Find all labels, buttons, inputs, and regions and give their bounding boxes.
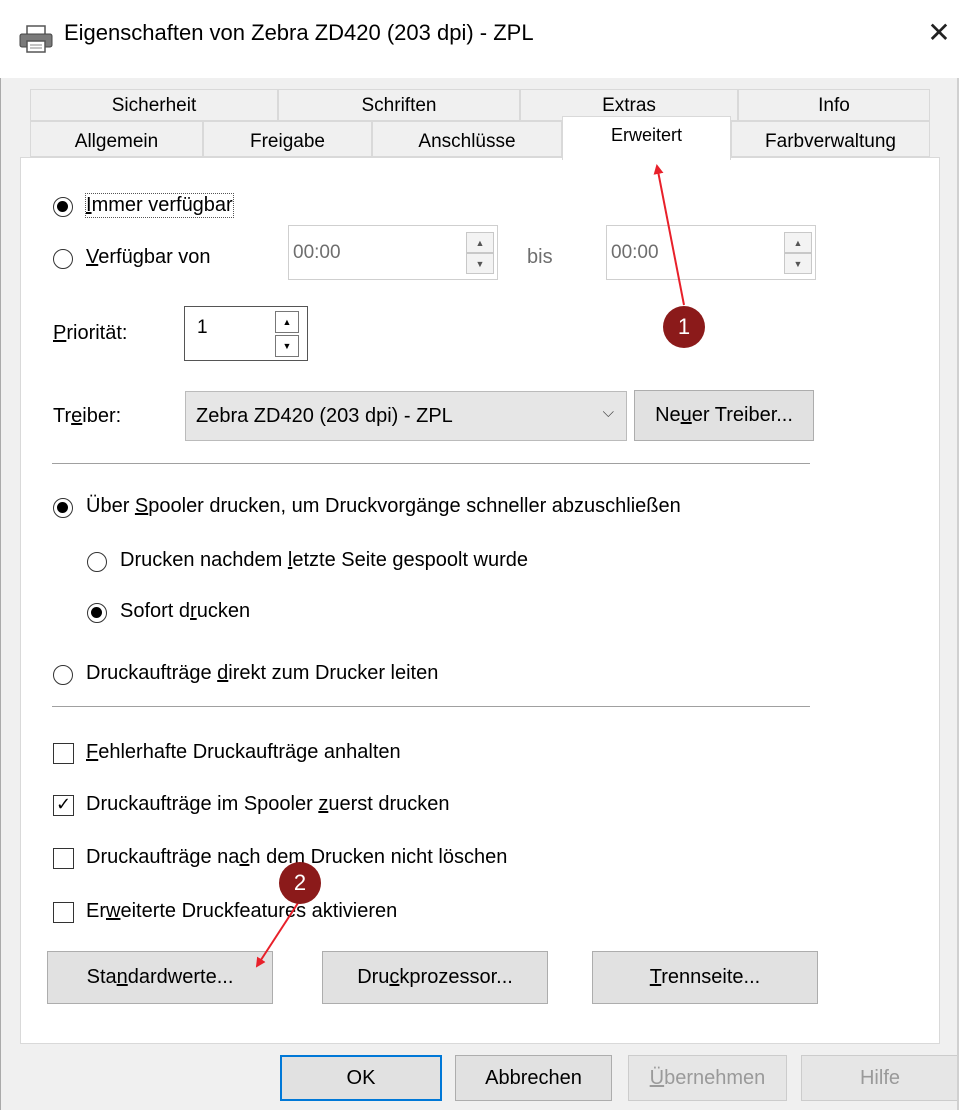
close-button[interactable]: ✕ bbox=[924, 18, 954, 48]
tab-allgemein[interactable]: Allgemein bbox=[30, 121, 203, 157]
tab-freigabe[interactable]: Freigabe bbox=[203, 121, 372, 157]
printer-icon bbox=[19, 25, 53, 53]
label-bis: bis bbox=[527, 246, 553, 268]
separator-page-button[interactable]: Trennseite... bbox=[592, 951, 818, 1004]
checkbox-print-spooled-first[interactable]: ✓ bbox=[53, 794, 74, 816]
new-driver-button[interactable]: Neuer Treiber... bbox=[634, 390, 814, 441]
driver-select[interactable]: Zebra ZD420 (203 dpi) - ZPL ⌵ bbox=[185, 391, 627, 441]
tab-anschluesse[interactable]: Anschlüsse bbox=[372, 121, 562, 157]
annotation-badge-2: 2 bbox=[279, 862, 321, 904]
radio-print-after-last-page[interactable] bbox=[87, 552, 107, 572]
tab-info[interactable]: Info bbox=[738, 89, 930, 121]
annotation-badge-1: 1 bbox=[663, 306, 705, 348]
label-available-from[interactable]: Verfügbar von bbox=[86, 246, 211, 269]
checkbox-keep-printed[interactable] bbox=[53, 848, 74, 869]
priority-value[interactable]: 1 bbox=[197, 317, 208, 339]
label-always-available[interactable]: Immer verfügbar bbox=[85, 193, 234, 218]
print-processor-button[interactable]: Druckprozessor... bbox=[322, 951, 548, 1004]
ok-button[interactable]: OK bbox=[280, 1055, 442, 1101]
driver-select-value[interactable]: Zebra ZD420 (203 dpi) - ZPL bbox=[196, 405, 453, 428]
time-from-spinner[interactable]: 00:00 ▲ ▼ bbox=[288, 225, 498, 280]
spin-up-icon[interactable]: ▲ bbox=[275, 311, 299, 333]
apply-button[interactable]: Übernehmen bbox=[628, 1055, 787, 1101]
time-from-value[interactable]: 00:00 bbox=[293, 242, 341, 264]
label-driver: Treiber: bbox=[53, 405, 122, 427]
spin-down-icon[interactable]: ▼ bbox=[275, 335, 299, 357]
label-print-immediately[interactable]: Sofort drucken bbox=[120, 600, 250, 623]
label-print-spooled-first[interactable]: Druckaufträge im Spooler zuerst drucken bbox=[86, 793, 450, 816]
cancel-button[interactable]: Abbrechen bbox=[455, 1055, 612, 1101]
label-spool[interactable]: Über Spooler drucken, um Druckvorgänge s… bbox=[86, 495, 681, 518]
radio-print-immediately[interactable] bbox=[87, 603, 107, 623]
spin-up-icon[interactable]: ▲ bbox=[784, 232, 812, 253]
priority-spinner[interactable]: 1 ▲ ▼ bbox=[184, 306, 308, 361]
chevron-down-icon[interactable]: ⌵ bbox=[603, 404, 614, 421]
radio-available-from[interactable] bbox=[53, 249, 73, 269]
checkbox-hold-mismatched[interactable] bbox=[53, 743, 74, 764]
tab-farbverwaltung[interactable]: Farbverwaltung bbox=[731, 121, 930, 157]
spin-up-icon[interactable]: ▲ bbox=[466, 232, 494, 253]
time-to-value[interactable]: 00:00 bbox=[611, 242, 659, 264]
defaults-button[interactable]: Standardwerte... bbox=[47, 951, 273, 1004]
checkbox-advanced-features[interactable] bbox=[53, 902, 74, 923]
tab-schriften[interactable]: Schriften bbox=[278, 89, 520, 121]
label-advanced-features[interactable]: Erweiterte Druckfeatures aktivieren bbox=[86, 900, 397, 923]
separator-1 bbox=[52, 463, 810, 464]
help-button[interactable]: Hilfe bbox=[801, 1055, 959, 1101]
window-frame-left bbox=[0, 78, 1, 1110]
window-title: Eigenschaften von Zebra ZD420 (203 dpi) … bbox=[64, 20, 534, 45]
checkmark-icon: ✓ bbox=[56, 794, 72, 814]
separator-2 bbox=[52, 706, 810, 707]
label-print-direct[interactable]: Druckaufträge direkt zum Drucker leiten bbox=[86, 662, 438, 685]
time-to-spinner[interactable]: 00:00 ▲ ▼ bbox=[606, 225, 816, 280]
label-print-after-last-page[interactable]: Drucken nachdem letzte Seite gespoolt wu… bbox=[120, 549, 528, 572]
label-hold-mismatched[interactable]: Fehlerhafte Druckaufträge anhalten bbox=[86, 741, 401, 764]
close-icon[interactable]: ✕ bbox=[927, 17, 950, 48]
spin-down-icon[interactable]: ▼ bbox=[784, 253, 812, 274]
label-priority: Priorität: bbox=[53, 322, 128, 344]
radio-always-available[interactable] bbox=[53, 197, 73, 217]
tab-erweitert[interactable]: Erweitert bbox=[562, 116, 731, 160]
spin-down-icon[interactable]: ▼ bbox=[466, 253, 494, 274]
radio-spool[interactable] bbox=[53, 498, 73, 518]
tab-sicherheit[interactable]: Sicherheit bbox=[30, 89, 278, 121]
radio-print-direct[interactable] bbox=[53, 665, 73, 685]
